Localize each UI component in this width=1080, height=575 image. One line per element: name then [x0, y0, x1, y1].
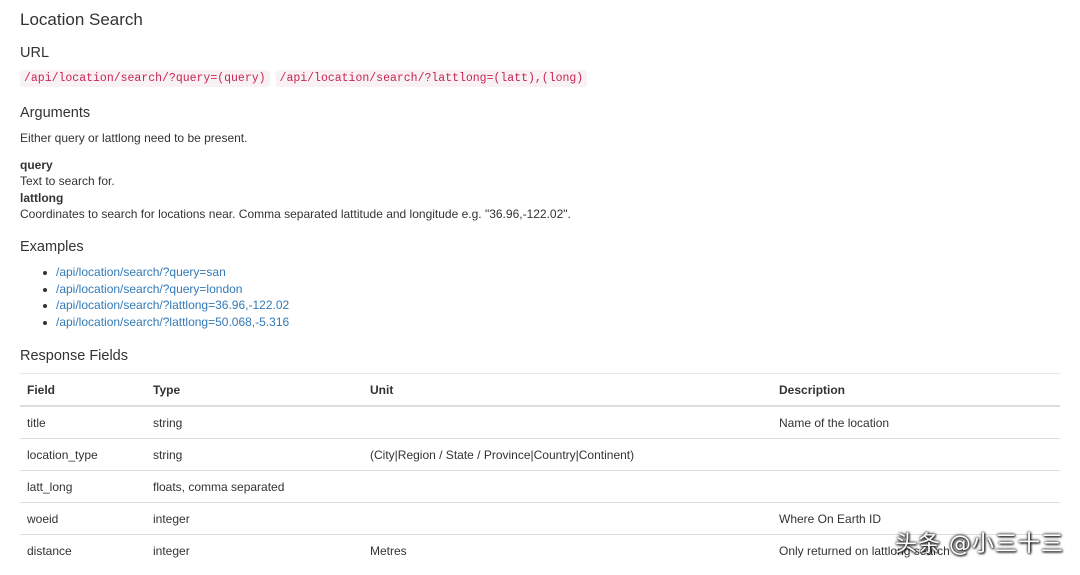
cell-unit: [363, 405, 772, 439]
argument-name-query: query: [20, 158, 53, 172]
list-item: /api/location/search/?query=london: [42, 281, 289, 298]
cell-field: location_type: [20, 438, 146, 471]
example-link-query-san[interactable]: /api/location/search/?query=san: [56, 265, 226, 279]
cell-field: woeid: [20, 502, 146, 535]
argument-desc-query: Text to search for.: [20, 174, 115, 188]
cell-unit: [363, 502, 772, 535]
watermark: 头条 @小三十三: [895, 532, 1064, 557]
cell-type: floats, comma separated: [146, 470, 363, 503]
cell-type: integer: [146, 534, 363, 566]
example-link-lattlong-2[interactable]: /api/location/search/?lattlong=50.068,-5…: [56, 315, 289, 329]
cell-unit: Metres: [363, 534, 772, 566]
cell-field: title: [20, 405, 146, 439]
url-code-lattlong: /api/location/search/?lattlong=(latt),(l…: [275, 70, 588, 87]
cell-type: string: [146, 405, 363, 439]
list-item: /api/location/search/?lattlong=36.96,-12…: [42, 297, 289, 314]
response-fields-heading: Response Fields: [20, 348, 128, 364]
column-header-unit: Unit: [363, 373, 772, 406]
url-code-group: /api/location/search/?query=(query) /api…: [20, 70, 588, 87]
table-row: title string Name of the location: [20, 405, 1060, 439]
cell-type: string: [146, 438, 363, 471]
arguments-intro: Either query or lattlong need to be pres…: [20, 131, 248, 145]
cell-description: [772, 438, 1060, 471]
table-row: location_type string (City|Region / Stat…: [20, 438, 1060, 471]
cell-field: distance: [20, 534, 146, 566]
cell-type: integer: [146, 502, 363, 535]
list-item: /api/location/search/?query=san: [42, 264, 289, 281]
arguments-heading: Arguments: [20, 105, 91, 121]
cell-field: latt_long: [20, 470, 146, 503]
examples-heading: Examples: [20, 239, 84, 255]
example-link-lattlong-1[interactable]: /api/location/search/?lattlong=36.96,-12…: [56, 298, 289, 312]
cell-unit: (City|Region / State / Province|Country|…: [363, 438, 772, 471]
cell-description: [772, 470, 1060, 503]
url-heading: URL: [20, 45, 50, 61]
argument-desc-lattlong: Coordinates to search for locations near…: [20, 207, 571, 221]
example-link-query-london[interactable]: /api/location/search/?query=london: [56, 282, 242, 296]
page-title: Location Search: [20, 10, 143, 29]
cell-description: Name of the location: [772, 405, 1060, 439]
list-item: /api/location/search/?lattlong=50.068,-5…: [42, 314, 289, 331]
table-row: latt_long floats, comma separated: [20, 470, 1060, 503]
examples-list: /api/location/search/?query=san /api/loc…: [20, 264, 289, 330]
column-header-description: Description: [772, 373, 1060, 406]
column-header-field: Field: [20, 373, 146, 406]
url-code-query: /api/location/search/?query=(query): [20, 70, 270, 87]
argument-name-lattlong: lattlong: [20, 191, 64, 205]
cell-unit: [363, 470, 772, 503]
column-header-type: Type: [146, 373, 363, 406]
table-header-row: Field Type Unit Description: [20, 373, 1060, 406]
